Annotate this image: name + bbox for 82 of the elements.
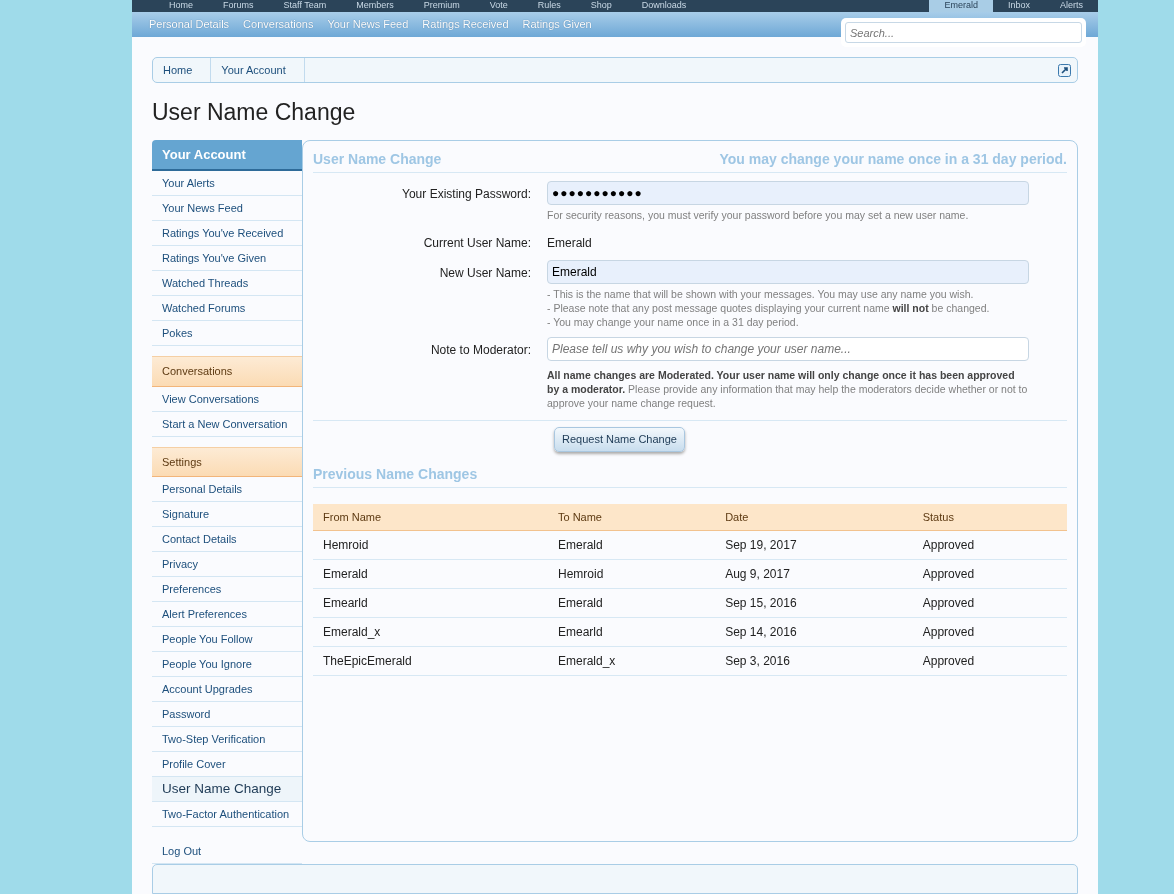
current-username: Emerald — [547, 234, 593, 252]
sidebar-item[interactable]: View Conversations — [152, 386, 302, 412]
sidebar-item[interactable]: Your News Feed — [152, 196, 302, 221]
search-field[interactable]: Search... — [845, 22, 1082, 43]
table-cell: Sep 14, 2016 — [715, 617, 913, 647]
sidebar-item[interactable]: Password — [152, 702, 302, 727]
section-heading: User Name Change — [313, 149, 442, 169]
username-field[interactable]: Emerald — [547, 259, 1029, 284]
field-hint: For security reasons, you must verify your password before you may set a new user name. — [547, 207, 970, 222]
sidebar-item[interactable]: Watched Forums — [152, 296, 302, 321]
section-heading: Previous Name Changes — [313, 463, 1067, 488]
table-cell: Hemroid — [547, 559, 716, 589]
sidebar-item[interactable]: People You Follow — [152, 627, 302, 652]
table-cell: Emerald_x — [313, 617, 548, 647]
sidebar-item[interactable]: Ratings You've Given — [152, 246, 302, 271]
sidebar-item[interactable]: Start a New Conversation — [152, 411, 302, 437]
table-cell: Approved — [912, 530, 1067, 560]
sidebar-heading[interactable]: Conversations — [152, 356, 302, 387]
table-cell: Sep 3, 2016 — [715, 646, 913, 676]
sidebar-item[interactable]: Ratings You've Received — [152, 221, 302, 246]
sidebar-item[interactable]: Privacy — [152, 552, 302, 577]
field-label: Your Existing Password: — [401, 185, 532, 203]
nav-tab[interactable]: Staff Team — [268, 0, 342, 12]
field-hint: - This is the name that will be shown with your messages. You may use any name you wish. — [547, 286, 975, 301]
table-cell: Approved — [912, 559, 1067, 589]
table-cell: Approved — [912, 646, 1067, 676]
popup-icon[interactable] — [1058, 63, 1071, 77]
nav-tab[interactable]: Alerts — [1045, 0, 1098, 12]
sidebar-item[interactable]: Signature — [152, 502, 302, 527]
sidebar-item[interactable]: User Name Change — [152, 777, 302, 802]
sidebar-item[interactable]: Personal Details — [152, 477, 302, 502]
nav-tab[interactable]: Home — [154, 0, 208, 12]
sidebar-item[interactable]: People You Ignore — [152, 652, 302, 677]
field-label: Note to Moderator: — [429, 341, 532, 359]
nav-tab[interactable]: Members — [341, 0, 409, 12]
breadcrumb-link[interactable]: Your Account — [211, 58, 305, 82]
nav-tab[interactable]: Vote — [474, 0, 523, 12]
request-button[interactable]: Request Name Change — [554, 427, 685, 452]
column-header: From Name — [313, 503, 548, 531]
table-cell: Hemroid — [313, 530, 548, 560]
sidebar-item[interactable]: Preferences — [152, 577, 302, 602]
nav-tab[interactable]: Emerald — [929, 0, 993, 12]
table-cell: Emearld — [547, 617, 716, 647]
table-cell: TheEpicEmerald — [313, 646, 548, 676]
table-cell: Aug 9, 2017 — [715, 559, 913, 589]
table-cell: Sep 15, 2016 — [715, 588, 913, 618]
sidebar-item[interactable]: Pokes — [152, 321, 302, 346]
column-header: To Name — [547, 503, 716, 531]
table-cell: Approved — [912, 588, 1067, 618]
field-label: Current User Name: — [422, 234, 532, 252]
period-note: You may change your name once in a 31 day period. — [719, 149, 1067, 169]
sidebar-item[interactable]: Two-Step Verification — [152, 727, 302, 752]
table-cell: Emearld — [313, 588, 548, 618]
nav-tab[interactable]: Premium — [408, 0, 475, 12]
sidebar-item[interactable]: Your Alerts — [152, 171, 302, 196]
sidebar-heading[interactable]: Settings — [152, 446, 302, 477]
column-header: Status — [912, 503, 1067, 531]
field-hint: All name changes are Moderated. Your user name will only change once it has been approved by a moderator. Please provide any information that may help the moderators decide whether or not to approve your name change request. — [547, 368, 1029, 410]
table-cell: Emerald — [547, 530, 716, 560]
page-title: User Name Change — [152, 98, 357, 127]
nav-tab[interactable]: Downloads — [626, 0, 702, 12]
sidebar-item[interactable]: Account Upgrades — [152, 677, 302, 702]
sidebar-item[interactable]: Two-Factor Authentication — [152, 802, 302, 827]
sidebar-item[interactable]: Alert Preferences — [152, 602, 302, 627]
table-cell: Emerald — [547, 588, 716, 618]
table-cell: Emerald — [313, 559, 548, 589]
field-hint: - Please note that any post message quotes displaying your current name will not be changed. — [547, 300, 991, 315]
sidebar-item[interactable]: Contact Details — [152, 527, 302, 552]
table-cell: Sep 19, 2017 — [715, 530, 913, 560]
table-cell: Approved — [912, 617, 1067, 647]
nav-tab[interactable]: Inbox — [992, 0, 1045, 12]
table-cell: Emerald_x — [547, 646, 716, 676]
note-field[interactable]: Please tell us why you wish to change your user name... — [547, 336, 1029, 361]
nav-tab[interactable]: Forums — [208, 0, 269, 12]
password-field[interactable]: ●●●●●●●●●●● — [547, 180, 1029, 205]
breadcrumb-link[interactable]: Home — [153, 58, 212, 82]
nav-tab[interactable]: Shop — [575, 0, 627, 12]
nav-tab[interactable]: Rules — [522, 0, 576, 12]
sidebar-item[interactable]: Watched Threads — [152, 271, 302, 296]
field-label: New User Name: — [438, 264, 532, 282]
field-hint: - You may change your name once in a 31 day period. — [547, 314, 800, 329]
column-header: Date — [715, 503, 913, 531]
